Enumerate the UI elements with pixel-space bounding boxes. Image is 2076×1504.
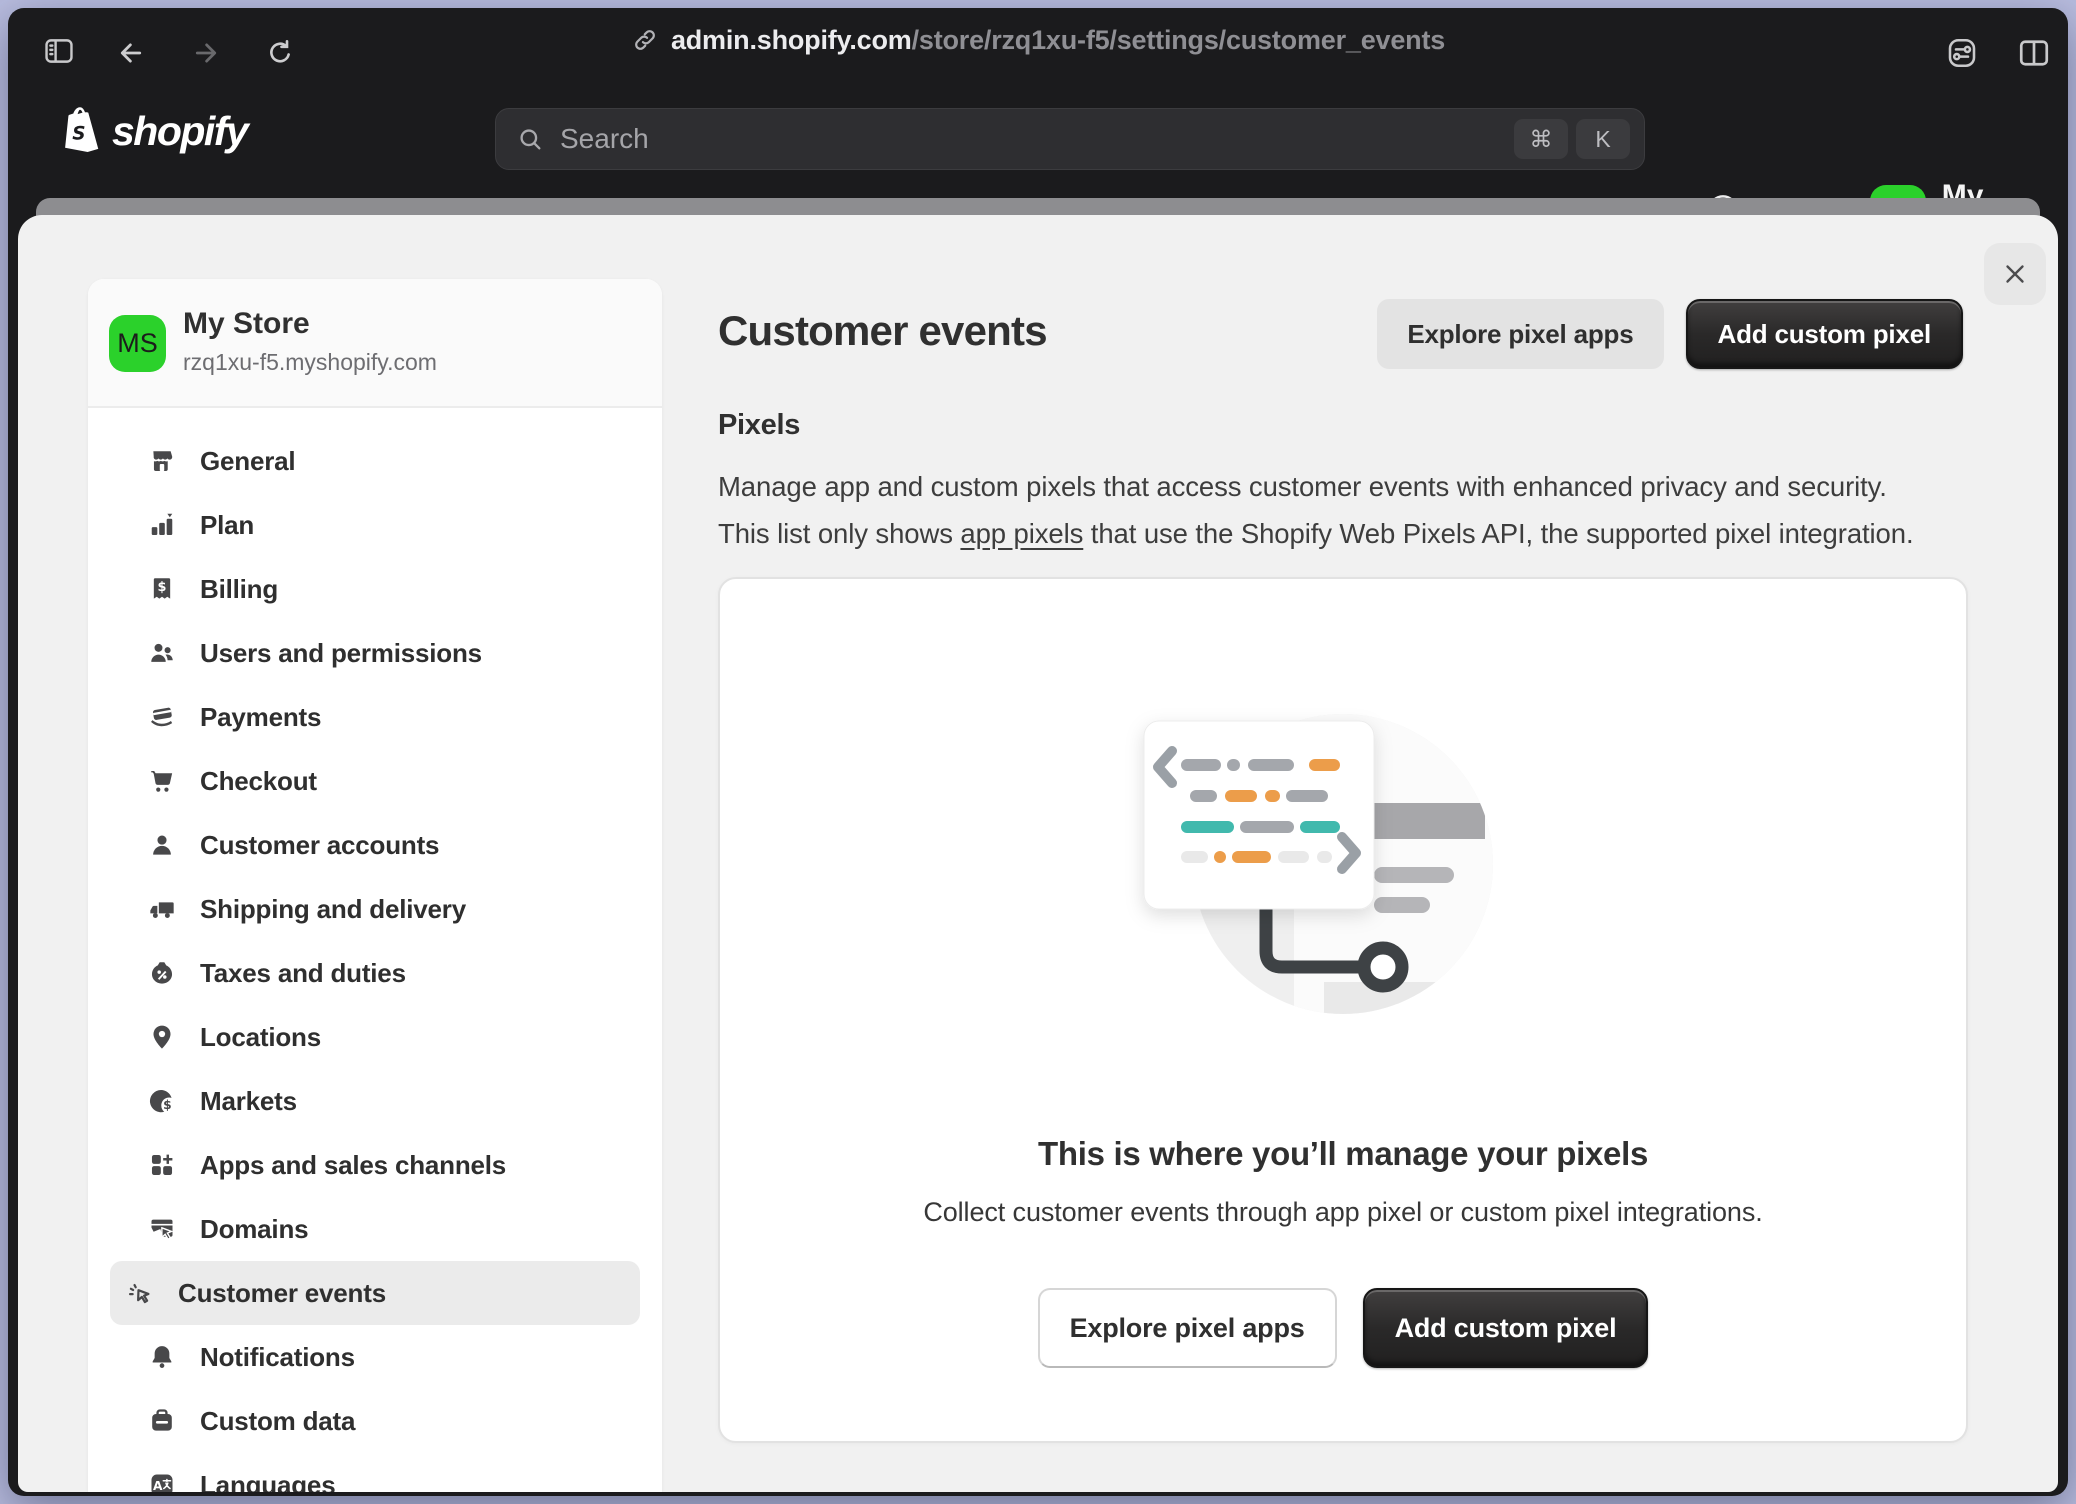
browser-extensions-icon[interactable] [1944, 35, 1980, 71]
store-name: My Store [183, 307, 310, 341]
sidebar-item-label: Shipping and delivery [200, 894, 466, 925]
customer-events-icon [126, 1279, 154, 1307]
description-line2: This list only shows app pixels that use… [718, 510, 1914, 557]
add-custom-pixel-button[interactable]: Add custom pixel [1686, 299, 1964, 369]
notifications-icon [148, 1343, 176, 1371]
account-icon [148, 831, 176, 859]
sidebar-item-checkout[interactable]: Checkout [110, 749, 640, 813]
sidebar-item-customer-accounts[interactable]: Customer accounts [110, 813, 640, 877]
empty-state-subtitle: Collect customer events through app pixe… [923, 1197, 1762, 1228]
sidebar-item-billing[interactable]: $ Billing [110, 557, 640, 621]
empty-state-actions: Explore pixel apps Add custom pixel [1038, 1288, 1649, 1368]
markets-icon: $ [148, 1087, 176, 1115]
users-icon [148, 639, 176, 667]
locations-icon [148, 1023, 176, 1051]
sidebar-item-label: Taxes and duties [200, 958, 406, 989]
sidebar-item-apps-and-sales-channels[interactable]: Apps and sales channels [110, 1133, 640, 1197]
shopify-logo: S shopify [58, 106, 247, 156]
sidebar-item-plan[interactable]: Plan [110, 493, 640, 557]
settings-modal: MS My Store rzq1xu-f5.myshopify.com Gene… [18, 215, 2058, 1492]
browser-split-view-icon[interactable] [2016, 35, 2052, 71]
sidebar-item-users-and-permissions[interactable]: Users and permissions [110, 621, 640, 685]
shopify-wordmark: shopify [112, 108, 247, 155]
billing-icon: $ [148, 575, 176, 603]
plan-icon [148, 511, 176, 539]
close-button[interactable] [1984, 243, 2046, 305]
svg-text:$: $ [158, 580, 167, 595]
pixels-illustration [1043, 679, 1643, 1059]
checkout-icon [148, 767, 176, 795]
app-pixels-link[interactable]: app pixels [960, 518, 1083, 549]
sidebar-item-payments[interactable]: Payments [110, 685, 640, 749]
empty-state-title: This is where you’ll manage your pixels [1038, 1135, 1648, 1173]
store-icon [148, 447, 176, 475]
store-card: MS My Store rzq1xu-f5.myshopify.com [88, 279, 662, 408]
sidebar-item-customer-events[interactable]: Customer events [110, 1261, 640, 1325]
shortcut-k-key: K [1576, 119, 1630, 159]
browser-window: admin.shopify.com/store/rzq1xu-f5/settin… [8, 8, 2068, 1496]
sidebar-item-label: General [200, 446, 295, 477]
explore-pixel-apps-button[interactable]: Explore pixel apps [1377, 299, 1663, 369]
sidebar-item-label: Apps and sales channels [200, 1150, 506, 1181]
sidebar-item-shipping-and-delivery[interactable]: Shipping and delivery [110, 877, 640, 941]
explore-pixel-apps-button-empty[interactable]: Explore pixel apps [1038, 1288, 1337, 1368]
search-icon [516, 125, 544, 153]
sidebar-item-label: Checkout [200, 766, 317, 797]
sidebar-item-locations[interactable]: Locations [110, 1005, 640, 1069]
store-domain: rzq1xu-f5.myshopify.com [183, 349, 437, 376]
svg-text:$: $ [163, 1098, 172, 1112]
sidebar-item-label: Customer accounts [200, 830, 439, 861]
apps-icon [148, 1151, 176, 1179]
page-title: Customer events [718, 307, 1047, 355]
svg-text:S: S [72, 124, 85, 145]
payments-icon [148, 703, 176, 731]
sidebar-item-custom-data[interactable]: Custom data [110, 1389, 640, 1453]
domains-icon [148, 1215, 176, 1243]
sidebar-item-label: Payments [200, 702, 321, 733]
shortcut-cmd-key: ⌘ [1514, 119, 1568, 159]
pixels-empty-card: This is where you’ll manage your pixels … [718, 577, 1968, 1443]
sidebar-item-label: Notifications [200, 1342, 355, 1373]
sidebar-item-label: Custom data [200, 1406, 355, 1437]
admin-header: S shopify ⌘ K MS My Store [8, 72, 2068, 208]
browser-address-bar[interactable]: admin.shopify.com/store/rzq1xu-f5/settin… [8, 8, 2068, 72]
link-icon [631, 26, 659, 54]
sidebar-item-label: Markets [200, 1086, 297, 1117]
shopify-bag-icon: S [58, 106, 102, 156]
global-search[interactable]: ⌘ K [495, 108, 1645, 170]
languages-icon: A [148, 1471, 176, 1492]
sidebar-item-domains[interactable]: Domains [110, 1197, 640, 1261]
sidebar-item-label: Domains [200, 1214, 308, 1245]
settings-sidebar: MS My Store rzq1xu-f5.myshopify.com Gene… [88, 279, 662, 1492]
sidebar-item-notifications[interactable]: Notifications [110, 1325, 640, 1389]
header-actions: Explore pixel apps Add custom pixel [1377, 299, 1963, 369]
browser-toolbar: admin.shopify.com/store/rzq1xu-f5/settin… [8, 8, 2068, 72]
settings-nav: General Plan $ Billing Users and permissions… [88, 408, 662, 1492]
sidebar-item-markets[interactable]: $ Markets [110, 1069, 640, 1133]
sidebar-item-general[interactable]: General [110, 429, 640, 493]
sidebar-item-label: Plan [200, 510, 254, 541]
shipping-icon [148, 895, 176, 923]
custom-data-icon [148, 1407, 176, 1435]
sidebar-item-languages[interactable]: A Languages [110, 1453, 640, 1492]
sidebar-item-label: Languages [200, 1470, 335, 1493]
description-line1: Manage app and custom pixels that access… [718, 463, 1914, 510]
url-text: admin.shopify.com/store/rzq1xu-f5/settin… [671, 25, 1445, 56]
pixels-section-description: Manage app and custom pixels that access… [718, 463, 1914, 557]
svg-text:A: A [153, 1479, 163, 1492]
store-avatar: MS [109, 315, 166, 372]
sidebar-item-label: Customer events [178, 1278, 386, 1309]
search-input[interactable] [558, 122, 1506, 156]
sidebar-item-label: Billing [200, 574, 278, 605]
pixels-section-title: Pixels [718, 409, 800, 442]
sidebar-item-label: Users and permissions [200, 638, 482, 669]
add-custom-pixel-button-empty[interactable]: Add custom pixel [1363, 1288, 1649, 1368]
sidebar-item-label: Locations [200, 1022, 321, 1053]
sidebar-item-taxes-and-duties[interactable]: Taxes and duties [110, 941, 640, 1005]
taxes-icon [148, 959, 176, 987]
